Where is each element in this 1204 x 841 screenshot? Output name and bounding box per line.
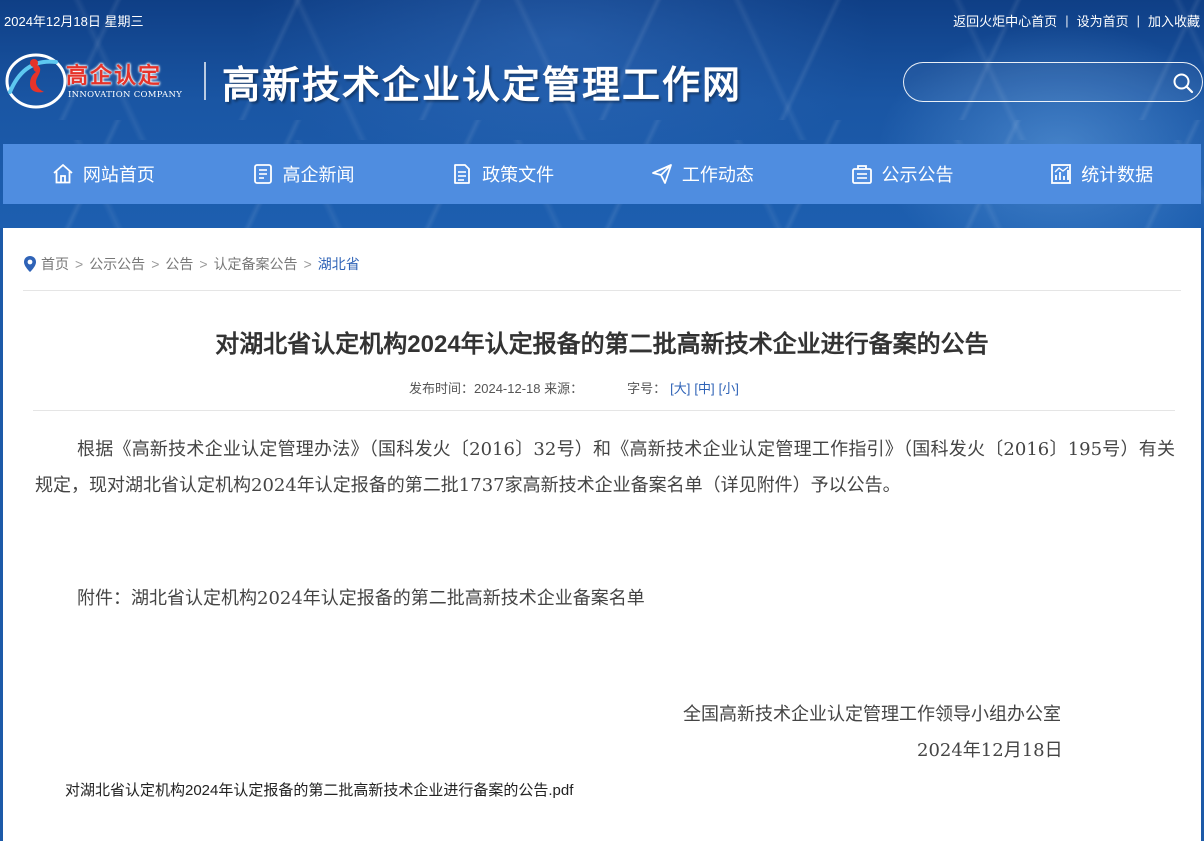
location-pin-icon: [24, 256, 36, 272]
main-nav: 网站首页 高企新闻 政策文件 工作动态 公示公告 统计数据: [3, 144, 1201, 204]
nav-item-home[interactable]: 网站首页: [3, 144, 203, 204]
nav-item-news[interactable]: 高企新闻: [203, 144, 403, 204]
top-bar: 2024年12月18日 星期三 返回火炬中心首页 | 设为首页 | 加入收藏: [0, 0, 1204, 36]
font-size-large-button[interactable]: [大]: [670, 378, 690, 397]
return-torch-center-link[interactable]: 返回火炬中心首页: [953, 11, 1057, 30]
breadcrumb-separator: >: [151, 256, 160, 272]
link-separator: |: [1065, 13, 1069, 28]
breadcrumb-home[interactable]: 首页: [41, 254, 69, 274]
nav-item-label: 高企新闻: [282, 165, 355, 185]
set-homepage-link[interactable]: 设为首页: [1077, 11, 1129, 30]
nav-item-statistics[interactable]: 统计数据: [1001, 144, 1201, 204]
nav-item-work-news[interactable]: 工作动态: [602, 144, 802, 204]
nav-item-label: 公示公告: [881, 165, 954, 185]
signature-organization: 全国高新技术企业认定管理工作领导小组办公室: [683, 704, 1061, 725]
nav-item-policy[interactable]: 政策文件: [402, 144, 602, 204]
breadcrumb-notice[interactable]: 公告: [165, 254, 193, 274]
paper-plane-icon: [651, 164, 672, 184]
breadcrumb-separator: >: [199, 256, 208, 272]
article-title: 对湖北省认定机构2024年认定报备的第二批高新技术企业进行备案的公告: [215, 331, 989, 358]
link-separator: |: [1136, 13, 1140, 28]
current-date: 2024年12月18日 星期三: [4, 14, 144, 29]
site-title: 高新技术企业认定管理工作网: [222, 62, 743, 107]
breadcrumb: 首页 > 公示公告 > 公告 > 认定备案公告 > 湖北省: [23, 254, 360, 274]
attachment-note: 附件：湖北省认定机构2024年认定报备的第二批高新技术企业备案名单: [77, 588, 645, 609]
nav-item-label: 政策文件: [482, 165, 555, 185]
search-icon[interactable]: [1172, 72, 1194, 94]
breadcrumb-filing-notice[interactable]: 认定备案公告: [214, 254, 298, 274]
logo-english-text: INNOVATION COMPANY: [68, 90, 183, 100]
logo-swoosh-icon: [5, 53, 67, 109]
breadcrumb-divider: [23, 290, 1181, 291]
breadcrumb-separator: >: [75, 256, 84, 272]
meta-divider: [33, 410, 1175, 411]
pdf-attachment-link[interactable]: 对湖北省认定机构2024年认定报备的第二批高新技术企业进行备案的公告.pdf: [65, 779, 573, 800]
nav-item-announcements[interactable]: 公示公告: [802, 144, 1002, 204]
news-icon: [253, 164, 272, 184]
article-meta: 发布时间：2024-12-18 来源： 字号： [大] [中] [小]: [409, 378, 739, 397]
top-links: 返回火炬中心首页 | 设为首页 | 加入收藏: [953, 11, 1200, 30]
publish-info: 发布时间：2024-12-18 来源：: [409, 381, 584, 396]
site-logo[interactable]: 高企认定 INNOVATION COMPANY: [4, 50, 204, 110]
font-size-label: 字号：: [627, 381, 667, 396]
article-body: 根据《高新技术企业认定管理办法》（国科发火〔2016〕32号）和《高新技术企业认…: [35, 439, 1175, 496]
add-favorite-link[interactable]: 加入收藏: [1148, 11, 1200, 30]
nav-item-label: 统计数据: [1081, 165, 1154, 185]
signature-date: 2024年12月18日: [917, 740, 1063, 761]
announcement-icon: [851, 165, 872, 184]
breadcrumb-separator: >: [303, 256, 312, 272]
nav-item-label: 网站首页: [82, 165, 155, 185]
logo-divider: [204, 62, 206, 100]
font-size-small-button[interactable]: [小]: [719, 378, 739, 397]
article-container: 首页 > 公示公告 > 公告 > 认定备案公告 > 湖北省 对湖北省认定机构20…: [3, 228, 1201, 841]
nav-item-label: 工作动态: [681, 165, 754, 185]
chart-icon: [1051, 164, 1072, 184]
breadcrumb-announcements[interactable]: 公示公告: [89, 254, 145, 274]
logo-chinese-text: 高企认定: [66, 63, 163, 89]
breadcrumb-current[interactable]: 湖北省: [318, 254, 360, 274]
font-size-medium-button[interactable]: [中]: [694, 378, 714, 397]
home-icon: [53, 164, 73, 184]
search-box: [903, 62, 1203, 102]
search-input[interactable]: [918, 72, 1158, 92]
document-icon: [454, 164, 471, 184]
